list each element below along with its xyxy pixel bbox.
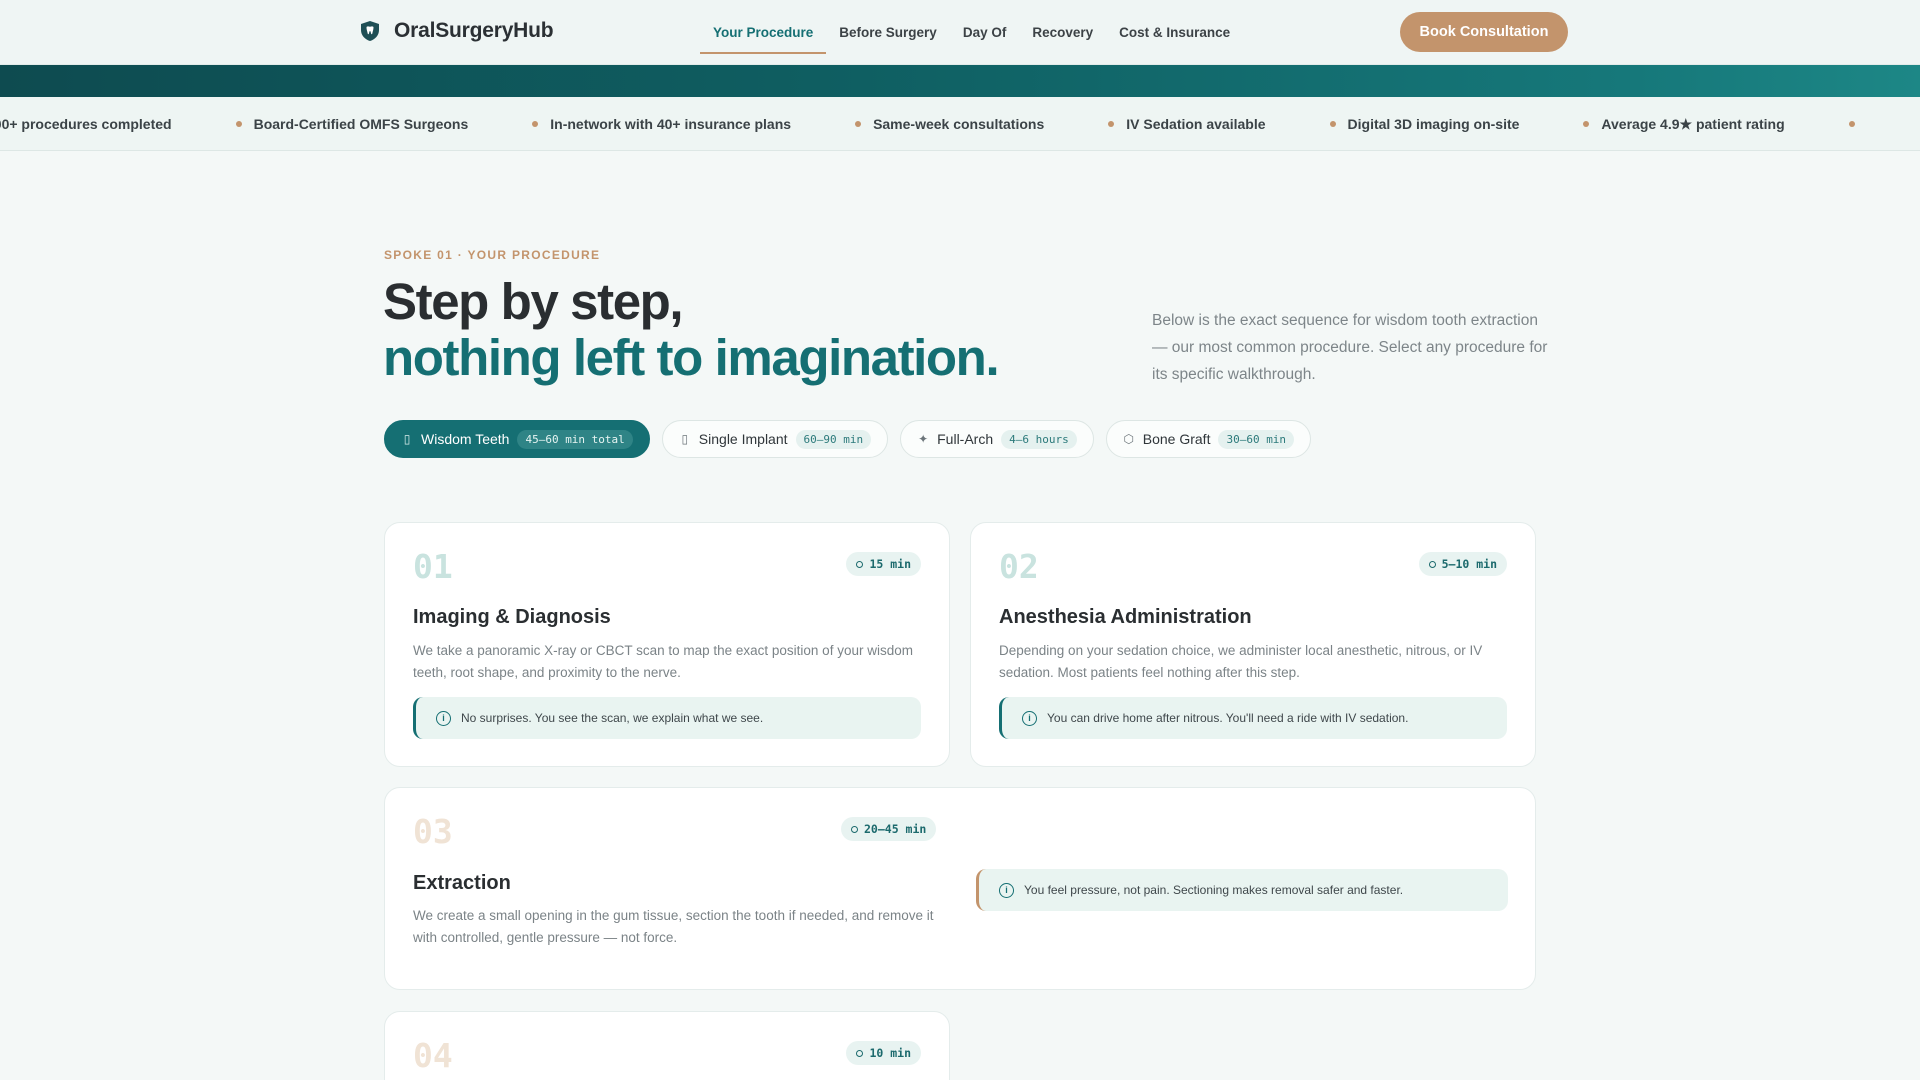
ticker-item: Same-week consultations — [855, 116, 1044, 132]
nav-link-your-procedure[interactable]: Your Procedure — [700, 16, 827, 54]
ticker-item-text: Board-Certified OMFS Surgeons — [253, 116, 469, 132]
chip-duration: 4–6 hours — [1001, 429, 1077, 449]
bullet-dot-icon — [1108, 121, 1115, 127]
step-note-text: You can drive home after nitrous. You'll… — [1047, 711, 1409, 725]
chip-duration: 45–60 min total — [517, 429, 633, 449]
accent-band — [0, 65, 1920, 97]
bullet-dot-icon — [1329, 121, 1336, 127]
step-title: Extraction — [413, 872, 511, 894]
trust-ticker: 500+ procedures completed Board-Certified… — [0, 97, 1920, 151]
top-nav: OralSurgeryHub Your Procedure Before Sur… — [0, 0, 1920, 65]
clock-icon — [1428, 560, 1436, 568]
ticker-item: Digital 3D imaging on-site — [1329, 116, 1520, 132]
step-card-03: 03 20–45 min Extraction We create a smal… — [384, 787, 1536, 990]
step-number: 03 — [413, 812, 453, 851]
step-note-text: No surprises. You see the scan, we expla… — [461, 711, 764, 725]
procedure-chip-bone-graft[interactable]: ⬡ Bone Graft 30–60 min — [1105, 420, 1312, 458]
implant-icon: ▯ — [681, 432, 689, 446]
nav-link-cost-insurance[interactable]: Cost & Insurance — [1106, 16, 1243, 50]
ticker-item-text: In-network with 40+ insurance plans — [550, 116, 792, 132]
procedure-chip-wisdom-teeth[interactable]: ▯ Wisdom Teeth 45–60 min total — [384, 420, 650, 458]
procedure-selector: ▯ Wisdom Teeth 45–60 min total ▯ Single … — [384, 420, 1312, 458]
clock-icon — [851, 825, 858, 833]
info-icon: i — [436, 710, 451, 726]
bullet-dot-icon — [235, 121, 242, 127]
step-duration: 10 min — [869, 1046, 911, 1060]
ticker-item: 500+ procedures completed — [0, 116, 172, 132]
bullet-dot-icon — [532, 121, 539, 127]
clock-icon — [856, 1049, 864, 1057]
page-title-line-2: nothing left to imagination. — [383, 329, 1000, 386]
step-number: 04 — [413, 1036, 453, 1075]
step-duration-badge: 5–10 min — [1418, 552, 1507, 576]
page-title-line-1: Step by step, — [383, 273, 684, 330]
nav-link-day-of[interactable]: Day Of — [950, 16, 1020, 50]
ticker-item-text: IV Sedation available — [1126, 116, 1266, 132]
chip-label: Wisdom Teeth — [421, 431, 510, 447]
sparkle-icon: ✦ — [918, 432, 929, 446]
step-number: 02 — [999, 547, 1039, 586]
step-title: Anesthesia Administration — [999, 606, 1252, 628]
nav-link-before-surgery[interactable]: Before Surgery — [826, 16, 950, 50]
step-description: We take a panoramic X-ray or CBCT scan t… — [413, 643, 913, 680]
procedure-chip-single-implant[interactable]: ▯ Single Implant 60–90 min — [661, 420, 889, 458]
step-duration: 15 min — [869, 557, 911, 571]
shield-tooth-icon — [361, 21, 379, 41]
nav-links: Your Procedure Before Surgery Day Of Rec… — [700, 0, 1243, 65]
chip-label: Single Implant — [698, 431, 788, 447]
ticker-item: IV Sedation available — [1108, 116, 1266, 132]
step-duration-badge: 20–45 min — [841, 817, 937, 841]
ticker-item-text: Average 4.9★ patient rating — [1601, 115, 1785, 132]
step-note-text: You feel pressure, not pain. Sectioning … — [1024, 883, 1404, 897]
step-duration: 5–10 min — [1441, 557, 1497, 571]
bullet-dot-icon — [1583, 121, 1590, 127]
step-card-02: 02 5–10 min Anesthesia Administration De… — [970, 522, 1536, 767]
ticker-track: 500+ procedures completed Board-Certified… — [0, 97, 1867, 150]
procedure-chip-full-arch[interactable]: ✦ Full-Arch 4–6 hours — [900, 420, 1094, 458]
bullet-dot-icon — [1848, 121, 1855, 127]
step-description: Depending on your sedation choice, we ad… — [999, 643, 1483, 680]
clock-icon — [856, 560, 864, 568]
ticker-item: Average 4.9★ patient rating — [1583, 115, 1785, 133]
step-card-01: 01 15 min Imaging & Diagnosis We take a … — [384, 522, 950, 767]
ticker-item: Board-Certified OMFS Surgeons — [235, 116, 469, 132]
ticker-item-text: 500+ procedures completed — [0, 116, 172, 132]
info-icon: i — [999, 882, 1014, 898]
step-duration-badge: 10 min — [846, 1041, 921, 1065]
step-number: 01 — [413, 547, 453, 586]
step-note: i You can drive home after nitrous. You'… — [999, 697, 1507, 739]
step-note: i You feel pressure, not pain. Sectionin… — [976, 869, 1508, 911]
nav-link-recovery[interactable]: Recovery — [1019, 16, 1106, 50]
step-card-04: 04 10 min — [384, 1011, 950, 1080]
ticker-item-text: Digital 3D imaging on-site — [1347, 116, 1520, 132]
section-eyebrow: SPOKE 01 · YOUR PROCEDURE — [384, 248, 601, 262]
chip-label: Bone Graft — [1142, 431, 1211, 447]
step-duration-badge: 15 min — [846, 552, 921, 576]
step-note: i No surprises. You see the scan, we exp… — [413, 697, 921, 739]
brand[interactable]: OralSurgeryHub — [358, 19, 554, 43]
bullet-dot-icon — [855, 121, 862, 127]
step-title: Imaging & Diagnosis — [413, 606, 611, 628]
brand-name: OralSurgeryHub — [394, 19, 554, 42]
step-description: We create a small opening in the gum tis… — [413, 908, 934, 945]
ticker-item-text: Same-week consultations — [873, 116, 1045, 132]
info-icon: i — [1022, 710, 1037, 726]
intro-paragraph: Below is the exact sequence for wisdom t… — [1152, 312, 1548, 383]
chip-label: Full-Arch — [937, 431, 994, 447]
chip-duration: 30–60 min — [1218, 429, 1295, 449]
step-duration: 20–45 min — [864, 822, 927, 836]
tooth-icon: ▯ — [403, 432, 411, 446]
chip-duration: 60–90 min — [795, 429, 872, 449]
hexagon-icon: ⬡ — [1123, 432, 1134, 446]
ticker-item: In-network with 40+ insurance plans — [532, 116, 791, 132]
book-consultation-button[interactable]: Book Consultation — [1400, 12, 1568, 52]
